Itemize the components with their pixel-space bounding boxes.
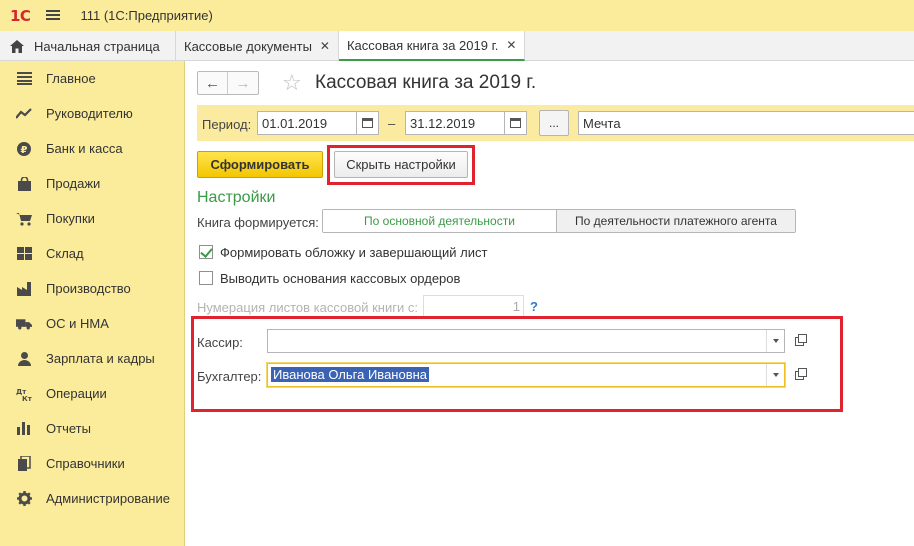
factory-icon bbox=[16, 281, 32, 297]
period-select-button[interactable]: ... bbox=[539, 110, 569, 136]
period-bar: Период: 01.01.2019 – 31.12.2019 ... Мечт… bbox=[197, 105, 914, 141]
tab-cash-documents[interactable]: Кассовые документы ✕ bbox=[176, 31, 339, 61]
accountant-field[interactable]: Иванова Ольга Ивановна bbox=[267, 363, 785, 387]
calendar-icon[interactable] bbox=[505, 111, 527, 135]
chevron-down-icon[interactable] bbox=[766, 330, 784, 352]
sidebar-item-bank[interactable]: ₽ Банк и касса bbox=[0, 131, 184, 166]
close-icon[interactable]: ✕ bbox=[320, 39, 330, 53]
favorite-star-icon[interactable]: ☆ bbox=[282, 70, 302, 96]
sidebar-item-label: ОС и НМА bbox=[46, 316, 109, 331]
sidebar: Главное Руководителю ₽ Банк и касса Прод… bbox=[0, 61, 185, 546]
date-to-field[interactable]: 31.12.2019 bbox=[405, 111, 505, 135]
debit-credit-icon: Дт Кт bbox=[16, 386, 32, 402]
warehouse-grid-icon bbox=[16, 246, 32, 262]
tab-label: Кассовая книга за 2019 г. bbox=[346, 37, 499, 53]
sidebar-item-production[interactable]: Производство bbox=[0, 271, 184, 306]
cover-checkbox-row[interactable]: Формировать обложку и завершающий лист bbox=[199, 243, 487, 261]
gear-icon bbox=[16, 491, 32, 507]
tab-bar: Начальная страница Кассовые документы ✕ … bbox=[0, 31, 914, 61]
sidebar-item-label: Отчеты bbox=[46, 421, 91, 436]
main-content: ← → ☆ Кассовая книга за 2019 г. Период: … bbox=[185, 61, 914, 546]
tab-cash-book[interactable]: Кассовая книга за 2019 г. ✕ bbox=[338, 31, 526, 61]
tab-label: Начальная страница bbox=[34, 38, 160, 54]
close-icon[interactable]: ✕ bbox=[506, 38, 516, 52]
app-title: 111 (1С:Предприятие) bbox=[80, 8, 213, 23]
tab-home[interactable]: Начальная страница bbox=[0, 31, 176, 61]
settings-heading: Настройки bbox=[197, 189, 276, 206]
sidebar-item-operations[interactable]: Дт Кт Операции bbox=[0, 376, 184, 411]
sidebar-item-salary[interactable]: Зарплата и кадры bbox=[0, 341, 184, 376]
mode-payment-agent[interactable]: По деятельности платежного агента bbox=[557, 210, 795, 232]
person-icon bbox=[16, 351, 32, 367]
accountant-value: Иванова Ольга Ивановна bbox=[271, 367, 430, 382]
numbering-field[interactable]: 1 bbox=[423, 295, 524, 317]
shopping-bag-icon bbox=[16, 176, 32, 192]
bar-chart-icon bbox=[16, 421, 32, 437]
sidebar-item-admin[interactable]: Администрирование bbox=[0, 481, 184, 516]
trend-chart-icon bbox=[16, 106, 32, 122]
sidebar-item-catalogs[interactable]: Справочники bbox=[0, 446, 184, 481]
book-mode-switch: По основной деятельности По деятельности… bbox=[322, 209, 796, 233]
sidebar-item-reports[interactable]: Отчеты bbox=[0, 411, 184, 446]
truck-icon bbox=[16, 316, 32, 332]
cashier-label: Кассир: bbox=[197, 335, 243, 350]
forward-arrow-icon[interactable]: → bbox=[228, 72, 258, 94]
sidebar-item-sales[interactable]: Продажи bbox=[0, 166, 184, 201]
cover-checkbox-label: Формировать обложку и завершающий лист bbox=[220, 244, 488, 260]
help-icon[interactable]: ? bbox=[530, 299, 538, 314]
mode-main-activity[interactable]: По основной деятельности bbox=[323, 210, 557, 232]
coin-icon: ₽ bbox=[16, 141, 32, 157]
numbering-label: Нумерация листов кассовой книги с: bbox=[197, 300, 418, 315]
svg-text:Кт: Кт bbox=[22, 395, 32, 401]
sidebar-item-label: Склад bbox=[46, 246, 84, 261]
basis-checkbox-row[interactable]: Выводить основания кассовых ордеров bbox=[199, 269, 460, 287]
chevron-down-icon[interactable] bbox=[766, 364, 784, 386]
back-arrow-icon[interactable]: ← bbox=[198, 72, 229, 94]
sidebar-item-main[interactable]: Главное bbox=[0, 61, 184, 96]
cover-checkbox[interactable] bbox=[199, 245, 213, 259]
sidebar-item-label: Руководителю bbox=[46, 106, 133, 121]
sidebar-item-label: Банк и касса bbox=[46, 141, 123, 156]
date-from-field[interactable]: 01.01.2019 bbox=[257, 111, 357, 135]
cashier-field[interactable] bbox=[267, 329, 785, 353]
sidebar-item-label: Зарплата и кадры bbox=[46, 351, 155, 366]
open-icon[interactable] bbox=[789, 330, 809, 352]
main-menu-icon[interactable] bbox=[46, 10, 61, 21]
period-label: Период: bbox=[202, 117, 252, 132]
sidebar-item-manager[interactable]: Руководителю bbox=[0, 96, 184, 131]
menu-lines-icon bbox=[16, 71, 32, 87]
highlight-frame bbox=[327, 145, 475, 185]
accountant-label: Бухгалтер: bbox=[197, 369, 262, 384]
history-nav: ← → bbox=[197, 71, 259, 95]
sidebar-item-label: Главное bbox=[46, 71, 96, 86]
period-dash: – bbox=[388, 116, 396, 131]
sidebar-item-label: Продажи bbox=[46, 176, 101, 191]
cart-icon bbox=[16, 211, 32, 227]
app-logo[interactable]: 1С bbox=[10, 7, 31, 25]
organization-field[interactable]: Мечта bbox=[578, 111, 914, 135]
sidebar-item-label: Администрирование bbox=[46, 491, 170, 506]
sidebar-item-warehouse[interactable]: Склад bbox=[0, 236, 184, 271]
basis-checkbox[interactable] bbox=[199, 271, 213, 285]
sidebar-item-label: Операции bbox=[46, 386, 107, 401]
sidebar-item-purchases[interactable]: Покупки bbox=[0, 201, 184, 236]
title-bar: 1С 111 (1С:Предприятие) bbox=[0, 0, 914, 31]
sidebar-item-fixed-assets[interactable]: ОС и НМА bbox=[0, 306, 184, 341]
book-mode-label: Книга формируется: bbox=[197, 215, 319, 230]
sidebar-item-label: Справочники bbox=[46, 456, 125, 471]
home-icon bbox=[10, 39, 24, 53]
sidebar-item-label: Производство bbox=[46, 281, 131, 296]
calendar-icon[interactable] bbox=[357, 111, 379, 135]
basis-checkbox-label: Выводить основания кассовых ордеров bbox=[220, 270, 461, 286]
page-title: Кассовая книга за 2019 г. bbox=[315, 72, 537, 93]
books-icon bbox=[16, 456, 32, 472]
open-icon[interactable] bbox=[789, 364, 809, 386]
generate-button[interactable]: Сформировать bbox=[197, 151, 323, 178]
sidebar-item-label: Покупки bbox=[46, 211, 95, 226]
svg-text:₽: ₽ bbox=[21, 145, 28, 156]
tab-label: Кассовые документы bbox=[184, 38, 312, 54]
